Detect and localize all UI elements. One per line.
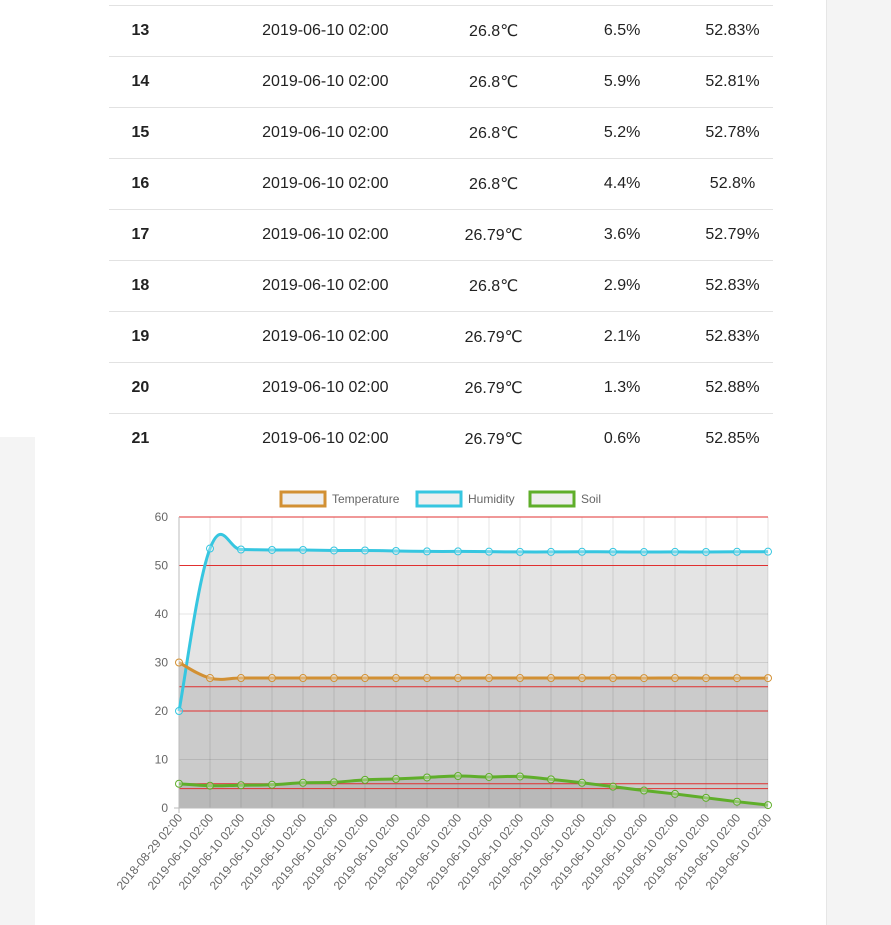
soil-point bbox=[299, 778, 307, 787]
y-tick-label: 60 bbox=[155, 510, 169, 524]
soil-point bbox=[702, 793, 710, 802]
soil-point bbox=[733, 797, 741, 806]
humidity-point bbox=[516, 547, 524, 556]
temperature-point bbox=[578, 674, 586, 683]
humidity-point bbox=[454, 547, 462, 556]
soil-point bbox=[609, 782, 617, 791]
temperature-point bbox=[392, 674, 400, 683]
humidity-point bbox=[423, 547, 431, 556]
soil-point bbox=[764, 801, 772, 810]
legend-label-humidity: Humidity bbox=[468, 492, 515, 506]
soil-point bbox=[237, 781, 245, 790]
soil-point bbox=[547, 775, 555, 784]
humidity-point bbox=[392, 546, 400, 555]
soil-point bbox=[330, 778, 338, 787]
soil-point bbox=[423, 773, 431, 782]
temperature-point bbox=[609, 674, 617, 683]
humidity-point bbox=[578, 547, 586, 556]
legend-label-soil: Soil bbox=[581, 492, 601, 506]
legend-label-temperature: Temperature bbox=[332, 492, 400, 506]
temperature-point bbox=[516, 674, 524, 683]
soil-point bbox=[206, 781, 214, 790]
humidity-point bbox=[671, 547, 679, 556]
soil-point bbox=[516, 772, 524, 781]
humidity-point bbox=[268, 545, 276, 554]
temperature-point bbox=[423, 674, 431, 683]
humidity-point bbox=[175, 707, 183, 715]
temperature-point bbox=[175, 658, 183, 667]
soil-point bbox=[640, 786, 648, 795]
humidity-point bbox=[206, 544, 214, 553]
humidity-point bbox=[733, 547, 741, 556]
soil-point bbox=[268, 780, 276, 789]
humidity-point bbox=[609, 547, 617, 556]
humidity-point bbox=[702, 547, 710, 556]
y-tick-label: 10 bbox=[155, 753, 169, 767]
temperature-point bbox=[206, 674, 214, 683]
humidity-point bbox=[330, 546, 338, 555]
y-tick-label: 0 bbox=[161, 801, 168, 815]
temperature-point bbox=[671, 674, 679, 683]
temperature-point bbox=[299, 674, 307, 683]
humidity-point bbox=[361, 546, 369, 555]
y-tick-label: 20 bbox=[155, 704, 169, 718]
soil-point bbox=[392, 774, 400, 783]
soil-point bbox=[175, 779, 183, 788]
soil-point bbox=[578, 778, 586, 787]
sensor-line-chart: 01020304050602018-08-29 02:002019-06-10 … bbox=[114, 490, 775, 893]
humidity-point bbox=[547, 547, 555, 556]
soil-point bbox=[361, 775, 369, 784]
legend-swatch-temperature bbox=[279, 490, 327, 508]
temperature-point bbox=[361, 674, 369, 683]
temperature-point bbox=[733, 674, 741, 683]
humidity-point bbox=[764, 547, 772, 556]
temperature-point bbox=[640, 674, 648, 683]
legend-swatch-soil bbox=[528, 490, 576, 508]
humidity-point bbox=[299, 545, 307, 554]
temperature-point bbox=[485, 674, 493, 683]
humidity-point bbox=[640, 548, 648, 557]
humidity-point bbox=[485, 547, 493, 556]
y-tick-label: 50 bbox=[155, 559, 169, 573]
temperature-point bbox=[764, 674, 772, 683]
legend-swatch-humidity bbox=[415, 490, 463, 508]
soil-point bbox=[671, 789, 679, 798]
temperature-point bbox=[454, 674, 462, 683]
temperature-point bbox=[237, 674, 245, 683]
soil-point bbox=[485, 772, 493, 781]
temperature-point bbox=[330, 674, 338, 683]
temperature-point bbox=[268, 674, 276, 683]
y-tick-label: 30 bbox=[155, 656, 169, 670]
temperature-point bbox=[702, 674, 710, 683]
temperature-point bbox=[547, 674, 555, 683]
y-tick-label: 40 bbox=[155, 607, 169, 621]
soil-point bbox=[454, 771, 462, 780]
humidity-point bbox=[237, 545, 245, 554]
